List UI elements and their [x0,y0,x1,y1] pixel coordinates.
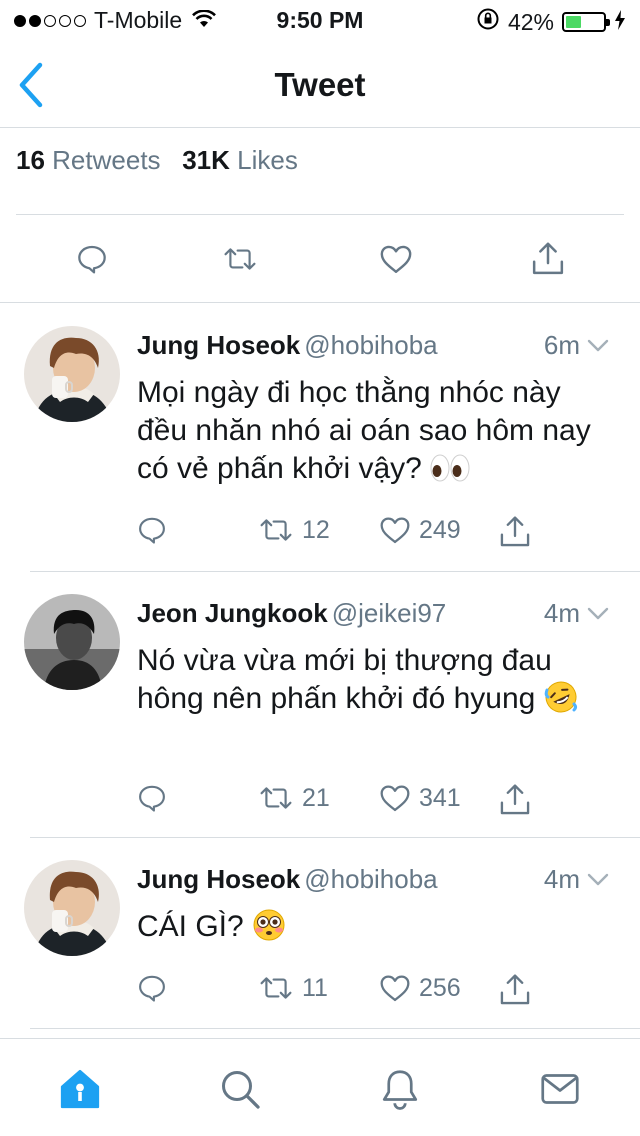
share-button[interactable] [499,515,531,549]
search-icon [222,1071,260,1109]
bell-icon [382,1070,418,1110]
divider [30,837,640,838]
reply-header: Jung Hoseok @hobihoba 4m [137,864,610,895]
rolling-on-floor-laughing-icon [544,680,578,714]
avatar[interactable] [24,860,120,956]
reply-header: Jeon Jungkook @jeikei97 4m [137,598,610,629]
reply-timestamp: 4m [544,598,610,629]
timestamp-text: 4m [543,864,580,894]
orientation-lock-icon [476,7,500,37]
home-icon [60,1069,100,1109]
retweet-button[interactable]: 12 [258,515,330,545]
heart-icon [380,245,412,273]
heart-icon [380,785,410,812]
likes-stat[interactable]: 31K Likes [182,145,298,175]
divider [30,571,640,572]
tweet-stats: 16 Retweets 31K Likes [16,145,298,176]
retweet-button[interactable]: 11 [258,973,328,1003]
tab-messages[interactable] [538,1067,582,1111]
share-button[interactable] [499,783,531,817]
status-bar: T-Mobile 9:50 PM 42% [0,0,640,40]
eyes-emoji-icon [430,454,470,482]
reply-text-content: Mọi ngày đi học thằng nhóc này đều nhăn … [137,376,591,485]
share-button[interactable] [499,973,531,1007]
reply-text-content: Nó vừa vừa mới bị thượng đau hông nên ph… [137,644,552,715]
share-button[interactable] [530,239,566,279]
like-button[interactable]: 256 [379,973,461,1003]
tab-bar [0,1038,640,1136]
like-count: 256 [419,973,461,1002]
reply-button[interactable] [137,783,167,813]
retweet-count: 11 [302,973,328,1002]
flushed-face-icon [252,908,286,942]
author-handle[interactable]: @jeikei97 [332,598,447,628]
reply-action-bar: 21 341 [137,783,640,823]
reply-timestamp: 4m [544,864,610,895]
reply-text: Mọi ngày đi học thằng nhóc này đều nhăn … [137,374,617,488]
status-right: 42% [476,7,626,37]
heart-icon [380,517,410,544]
charging-icon [614,9,626,36]
reply-text: CÁI GÌ? [137,908,617,946]
like-button[interactable]: 341 [379,783,461,813]
share-icon [532,242,564,275]
author-name[interactable]: Jung Hoseok [137,864,300,894]
like-button[interactable] [378,239,414,279]
retweets-stat[interactable]: 16 Retweets [16,145,161,175]
reply-icon [139,785,165,812]
page-title: Tweet [274,66,366,103]
chevron-down-icon[interactable] [586,872,610,888]
reply-button[interactable] [74,239,110,279]
reply-button[interactable] [137,973,167,1003]
author-handle[interactable]: @hobihoba [304,864,437,894]
reply-text-content: CÁI GÌ? [137,910,244,943]
author-name[interactable]: Jeon Jungkook [137,598,328,628]
reply-action-bar: 11 256 [137,973,640,1013]
reply-tweet[interactable]: Jung Hoseok @hobihoba 6m Mọi ngày đi học … [0,322,640,572]
retweet-button[interactable]: 21 [258,783,330,813]
reply-tweet[interactable]: Jeon Jungkook @jeikei97 4m Nó vừa vừa mới… [0,590,640,838]
divider [0,302,640,303]
retweet-count: 21 [302,783,330,812]
reply-button[interactable] [137,515,167,545]
reply-timestamp: 6m [544,330,610,361]
like-button[interactable]: 249 [379,515,461,545]
chevron-down-icon[interactable] [586,606,610,622]
share-icon [500,516,530,547]
reply-header: Jung Hoseok @hobihoba 6m [137,330,610,361]
chevron-down-icon[interactable] [586,338,610,354]
mail-icon [541,1074,579,1104]
author-name[interactable]: Jung Hoseok [137,330,300,360]
reply-icon [139,517,165,544]
retweet-icon [260,977,292,999]
heart-icon [380,975,410,1002]
timestamp-text: 4m [543,598,580,628]
retweet-icon [224,248,256,270]
reply-action-bar: 12 249 [137,515,640,555]
reply-icon [139,975,165,1002]
timestamp-text: 6m [543,330,580,360]
divider [30,1028,640,1029]
reply-text: Nó vừa vừa mới bị thượng đau hông nên ph… [137,642,617,718]
like-count: 341 [419,783,461,812]
share-icon [500,974,530,1005]
reply-tweet[interactable]: Jung Hoseok @hobihoba 4m CÁI GÌ? 11 256 [0,856,640,1028]
share-icon [500,784,530,815]
retweet-count: 12 [302,515,330,544]
tweet-action-bar [0,215,640,303]
reply-icon [78,245,106,274]
tab-notifications[interactable] [378,1067,422,1111]
retweet-icon [260,519,292,541]
retweet-icon [260,787,292,809]
tab-search[interactable] [218,1067,262,1111]
avatar[interactable] [24,594,120,690]
battery-percent: 42% [507,8,554,35]
tab-home[interactable] [58,1067,102,1111]
navigation-bar: Tweet [0,40,640,128]
avatar[interactable] [24,326,120,422]
author-handle[interactable]: @hobihoba [304,330,437,360]
retweet-button[interactable] [222,239,258,279]
like-count: 249 [419,515,461,544]
battery-icon [562,12,610,32]
